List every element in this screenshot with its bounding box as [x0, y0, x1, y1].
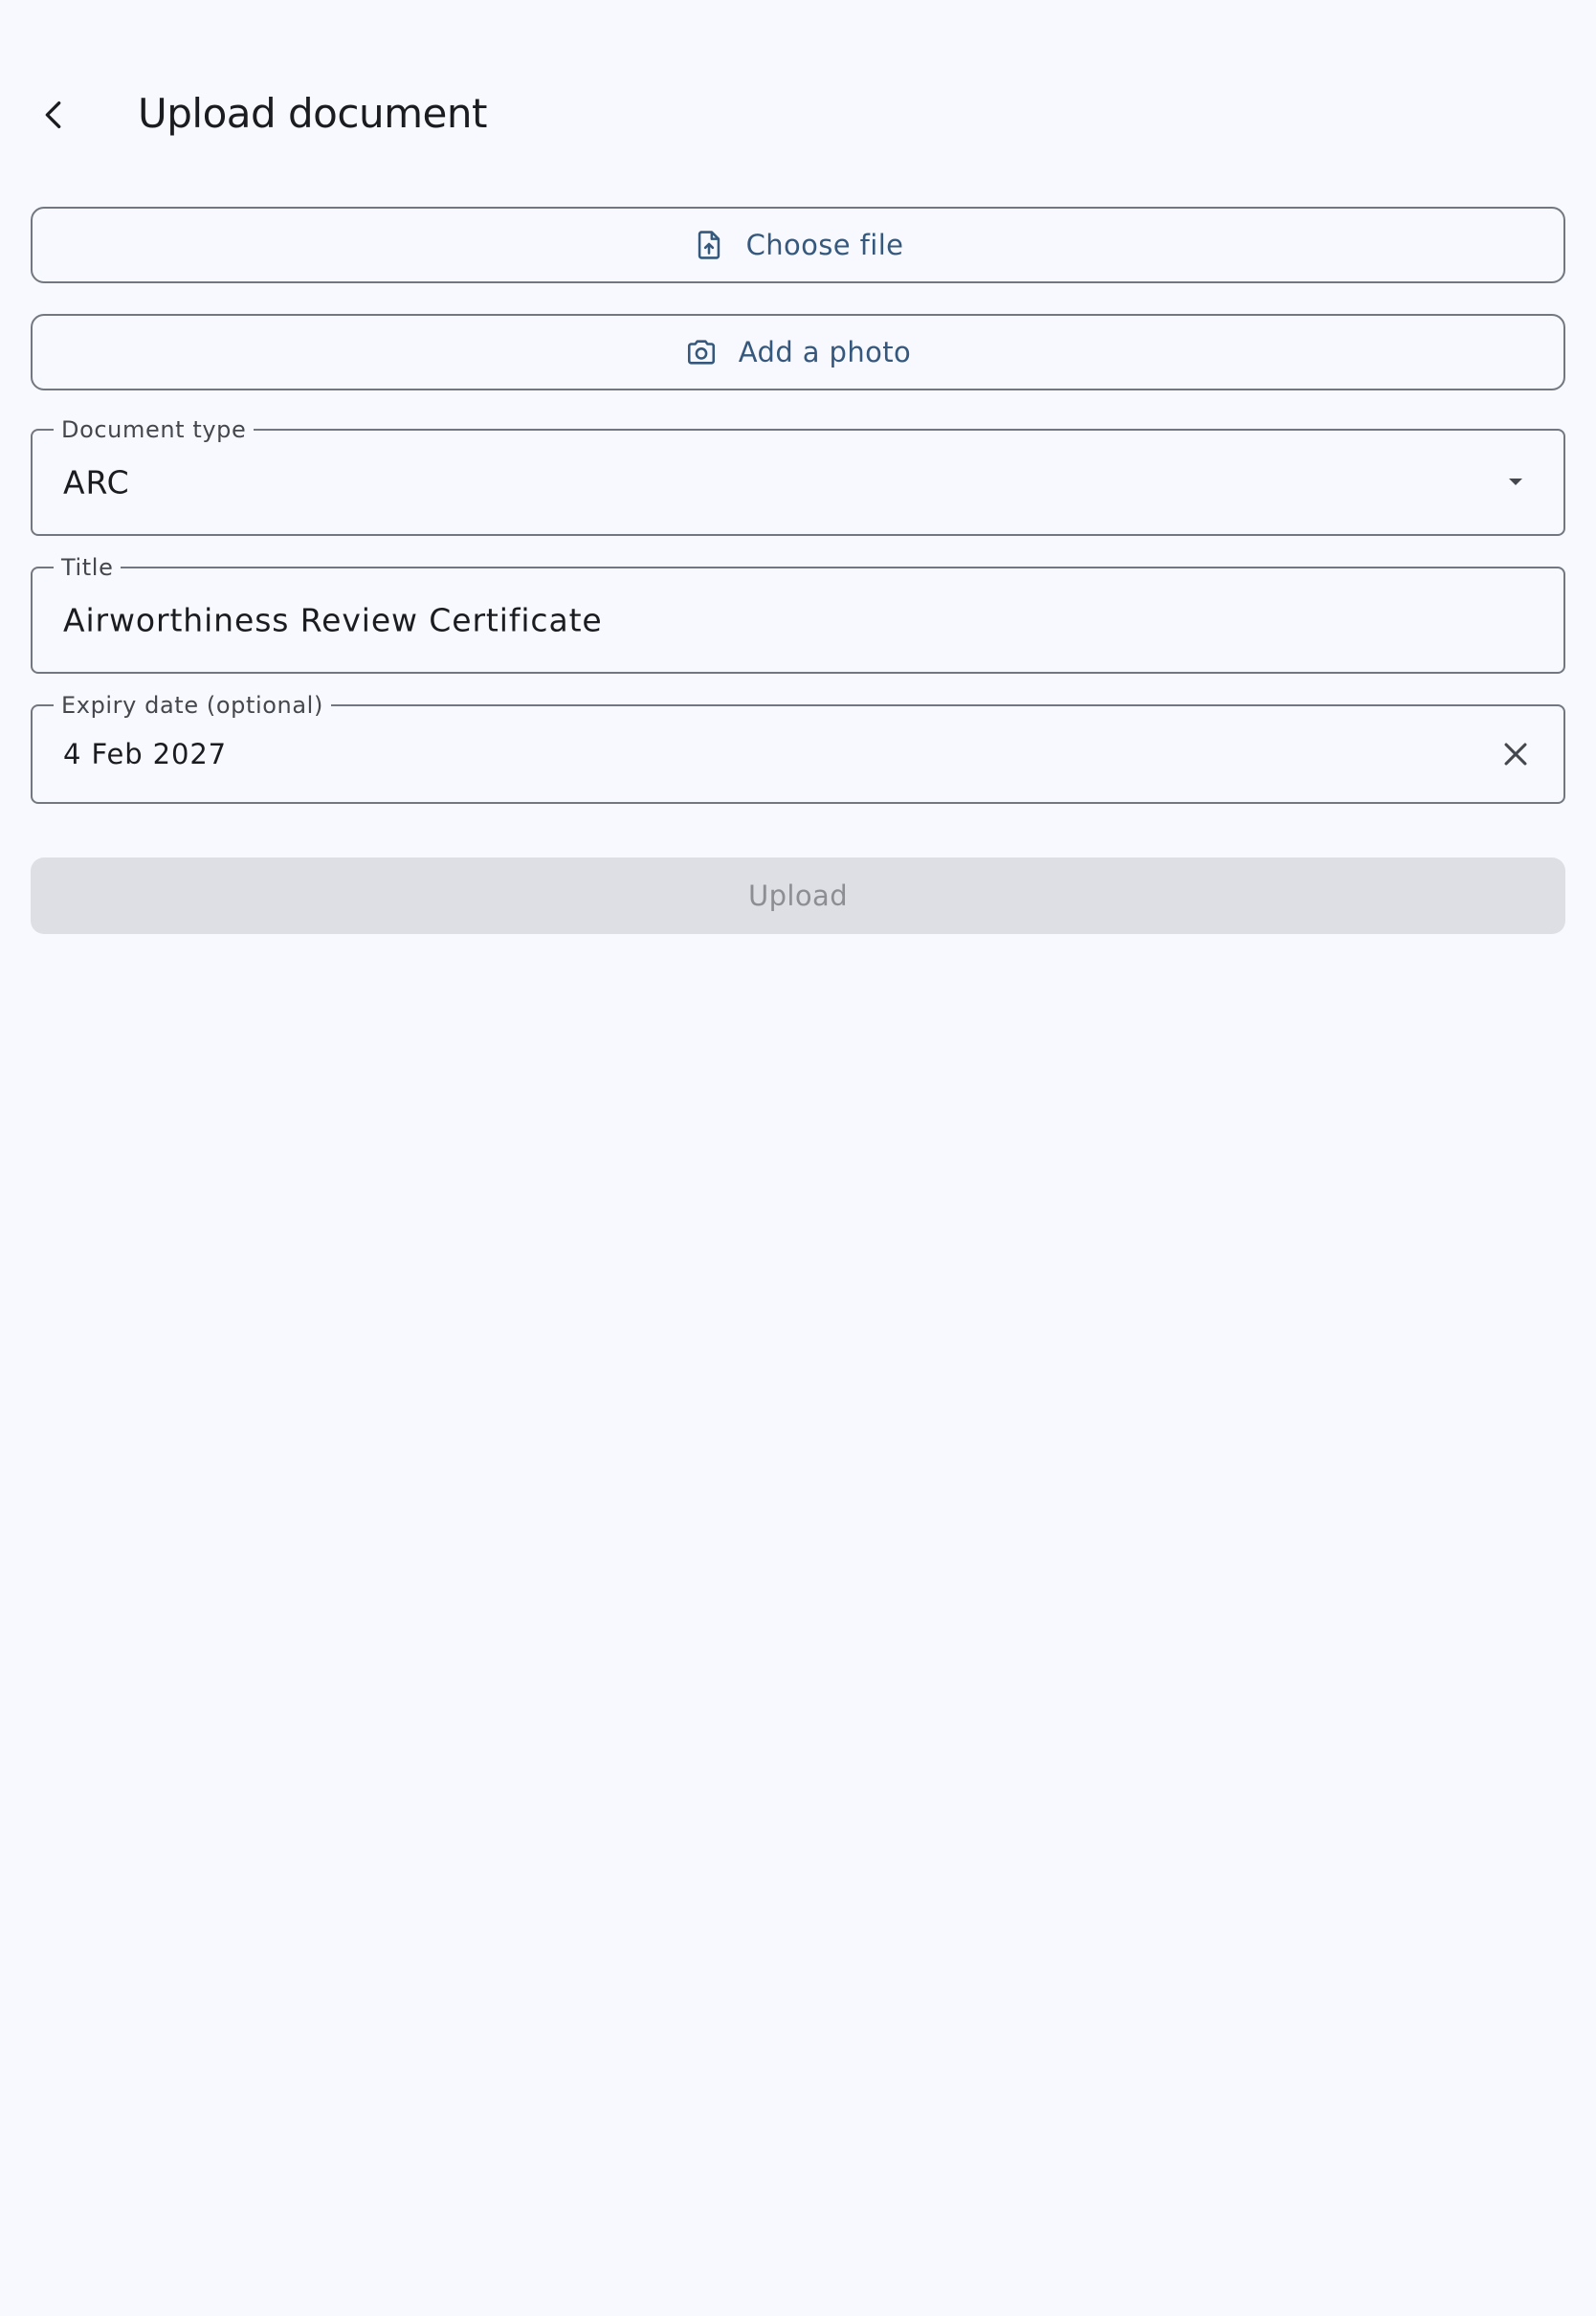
file-upload-icon: [693, 229, 725, 261]
camera-icon: [685, 336, 718, 368]
back-button[interactable]: [15, 77, 92, 153]
expiry-date-label: Expiry date (optional): [54, 693, 331, 718]
add-photo-label: Add a photo: [738, 336, 912, 368]
page-title: Upload document: [138, 90, 487, 137]
document-type-select[interactable]: Document type ARC: [31, 417, 1565, 536]
add-photo-button[interactable]: Add a photo: [31, 314, 1565, 390]
document-type-value: ARC: [63, 463, 130, 501]
expiry-date-field[interactable]: Expiry date (optional) 4 Feb 2027: [31, 693, 1565, 804]
expiry-date-value: 4 Feb 2027: [63, 738, 228, 770]
title-label: Title: [54, 555, 122, 580]
chevron-left-icon: [34, 96, 73, 134]
close-icon[interactable]: [1489, 727, 1542, 781]
app-bar: Upload document: [0, 61, 1596, 172]
title-value: Airworthiness Review Certificate: [63, 601, 603, 639]
dropdown-arrow-icon[interactable]: [1489, 456, 1542, 509]
choose-file-label: Choose file: [745, 229, 904, 261]
choose-file-button[interactable]: Choose file: [31, 207, 1565, 283]
document-type-label: Document type: [54, 417, 255, 442]
title-field[interactable]: Title Airworthiness Review Certificate: [31, 555, 1565, 674]
upload-button[interactable]: Upload: [31, 857, 1565, 934]
upload-label: Upload: [747, 880, 848, 912]
